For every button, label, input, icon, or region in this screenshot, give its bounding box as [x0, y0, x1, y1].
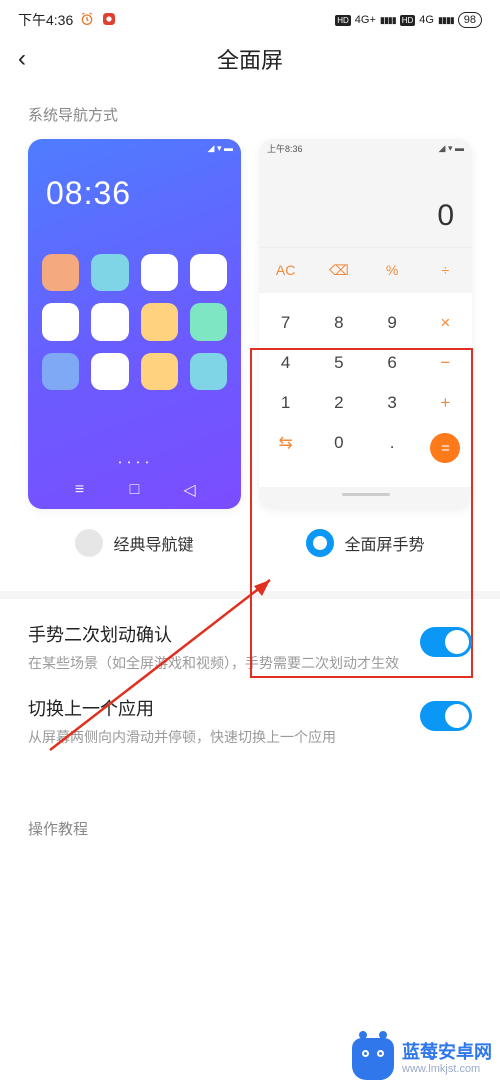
app-icon [42, 254, 79, 291]
menu-icon: ≡ [73, 483, 87, 497]
setting-desc: 在某些场景（如全屏游戏和视频），手势需要二次划动才生效 [28, 653, 406, 673]
calc-key: 5 [312, 343, 365, 383]
page-title: 全面屏 [0, 43, 500, 75]
calc-key: 4 [259, 343, 312, 383]
calc-key: % [366, 258, 419, 283]
app-icon [190, 353, 227, 390]
setting-text: 切换上一个应用 从屏幕两侧向内滑动并停顿，快速切换上一个应用 [28, 695, 406, 747]
watermark-title: 蓝莓安卓网 [402, 1043, 492, 1063]
alarm-icon [79, 11, 95, 30]
watermark: 蓝莓安卓网 www.lmkjst.com [352, 1038, 492, 1080]
watermark-logo-icon [352, 1038, 394, 1080]
calc-key: 9 [366, 303, 419, 343]
radio-unselected-icon [75, 529, 103, 557]
app-icon [141, 303, 178, 340]
setting-switch-app[interactable]: 切换上一个应用 从屏幕两侧向内滑动并停顿，快速切换上一个应用 [0, 673, 500, 747]
preview-gesture-statusbar: 上午8:36 ◢ ▾ ▬ [259, 139, 472, 157]
calc-key: − [419, 343, 472, 383]
app-icon [42, 303, 79, 340]
status-bar-left: 下午4:36 [18, 10, 117, 30]
toggle-gesture-confirm[interactable] [420, 627, 472, 657]
radio-label: 全面屏手势 [344, 531, 424, 555]
app-icon [190, 254, 227, 291]
preview-classic-clock: 08:36 [28, 157, 241, 218]
radio-classic[interactable]: 经典导航键 [75, 529, 193, 557]
app-icon [91, 254, 128, 291]
option-classic[interactable]: ◢ ▾ ▬ 08:36 • • • • ≡ □ ◁ 经典导航键 [28, 139, 241, 557]
calc-toprow: AC⌫%÷ [259, 247, 472, 293]
calc-key: 2 [312, 383, 365, 423]
calc-key: . [366, 423, 419, 473]
app-icon [141, 254, 178, 291]
app-icon [42, 353, 79, 390]
app-icon [141, 353, 178, 390]
network-label-1: 4G+ [355, 14, 376, 26]
hd-badge-icon-2: HD [400, 15, 416, 26]
calc-display: 0 [259, 157, 472, 247]
calc-key: 3 [366, 383, 419, 423]
status-bar: 下午4:36 HD 4G+ ▮▮▮▮ HD 4G ▮▮▮▮ 98 [0, 0, 500, 38]
radio-selected-icon [306, 529, 334, 557]
calc-key: 7 [259, 303, 312, 343]
battery-badge: 98 [458, 12, 482, 28]
calc-key: × [419, 303, 472, 343]
preview-classic-statusbar: ◢ ▾ ▬ [28, 139, 241, 157]
radio-label: 经典导航键 [113, 531, 193, 555]
setting-title: 手势二次划动确认 [28, 621, 406, 647]
option-gesture[interactable]: 上午8:36 ◢ ▾ ▬ 0 AC⌫%÷ 789×456−123+⇆0.= 全面… [259, 139, 472, 557]
calc-key: 8 [312, 303, 365, 343]
signal-icon-2: ▮▮▮▮ [438, 15, 454, 26]
status-app-icon [101, 11, 117, 30]
radio-gesture[interactable]: 全面屏手势 [306, 529, 424, 557]
calc-keypad: 789× 456− 123+ ⇆0. = [259, 293, 472, 487]
calc-key: ⇆ [259, 423, 312, 473]
setting-desc: 从屏幕两侧向内滑动并停顿，快速切换上一个应用 [28, 727, 406, 747]
status-bar-right: HD 4G+ ▮▮▮▮ HD 4G ▮▮▮▮ 98 [335, 12, 482, 28]
preview-gesture: 上午8:36 ◢ ▾ ▬ 0 AC⌫%÷ 789×456−123+⇆0.= [259, 139, 472, 509]
app-icon [91, 303, 128, 340]
section-tutorials-label: 操作教程 [0, 748, 500, 839]
signal-icon: ▮▮▮▮ [380, 15, 396, 26]
app-icon [190, 303, 227, 340]
calc-key: 0 [312, 423, 365, 473]
calc-key: 1 [259, 383, 312, 423]
calc-equals-key: = [430, 433, 460, 463]
app-icon [91, 353, 128, 390]
setting-gesture-confirm[interactable]: 手势二次划动确认 在某些场景（如全屏游戏和视频），手势需要二次划动才生效 [0, 599, 500, 673]
calc-key: ⌫ [312, 258, 365, 283]
network-label-2: 4G [419, 14, 434, 26]
calc-key: 6 [366, 343, 419, 383]
calc-key: = [419, 423, 472, 473]
nav-options: ◢ ▾ ▬ 08:36 • • • • ≡ □ ◁ 经典导航键 上午8:36 ◢… [0, 139, 500, 557]
preview-gesture-status-icons: ◢ ▾ ▬ [439, 143, 464, 154]
section-divider [0, 591, 500, 599]
preview-classic: ◢ ▾ ▬ 08:36 • • • • ≡ □ ◁ [28, 139, 241, 509]
toggle-switch-app[interactable] [420, 701, 472, 731]
home-icon: □ [128, 483, 142, 497]
watermark-text: 蓝莓安卓网 www.lmkjst.com [402, 1043, 492, 1075]
calc-key: AC [259, 258, 312, 283]
setting-title: 切换上一个应用 [28, 695, 406, 721]
calc-key: ÷ [419, 258, 472, 283]
preview-classic-page-dots: • • • • [28, 452, 241, 473]
preview-gesture-time: 上午8:36 [267, 142, 303, 155]
watermark-url: www.lmkjst.com [402, 1063, 492, 1075]
status-time: 下午4:36 [18, 10, 73, 30]
back-icon: ◁ [183, 483, 197, 497]
preview-classic-app-grid [28, 218, 241, 452]
gesture-home-indicator [259, 487, 472, 501]
section-nav-mode-label: 系统导航方式 [0, 86, 500, 139]
hd-badge-icon: HD [335, 15, 351, 26]
preview-classic-navbar: ≡ □ ◁ [28, 473, 241, 509]
calc-key: + [419, 383, 472, 423]
setting-text: 手势二次划动确认 在某些场景（如全屏游戏和视频），手势需要二次划动才生效 [28, 621, 406, 673]
app-bar: ‹ 全面屏 [0, 38, 500, 86]
